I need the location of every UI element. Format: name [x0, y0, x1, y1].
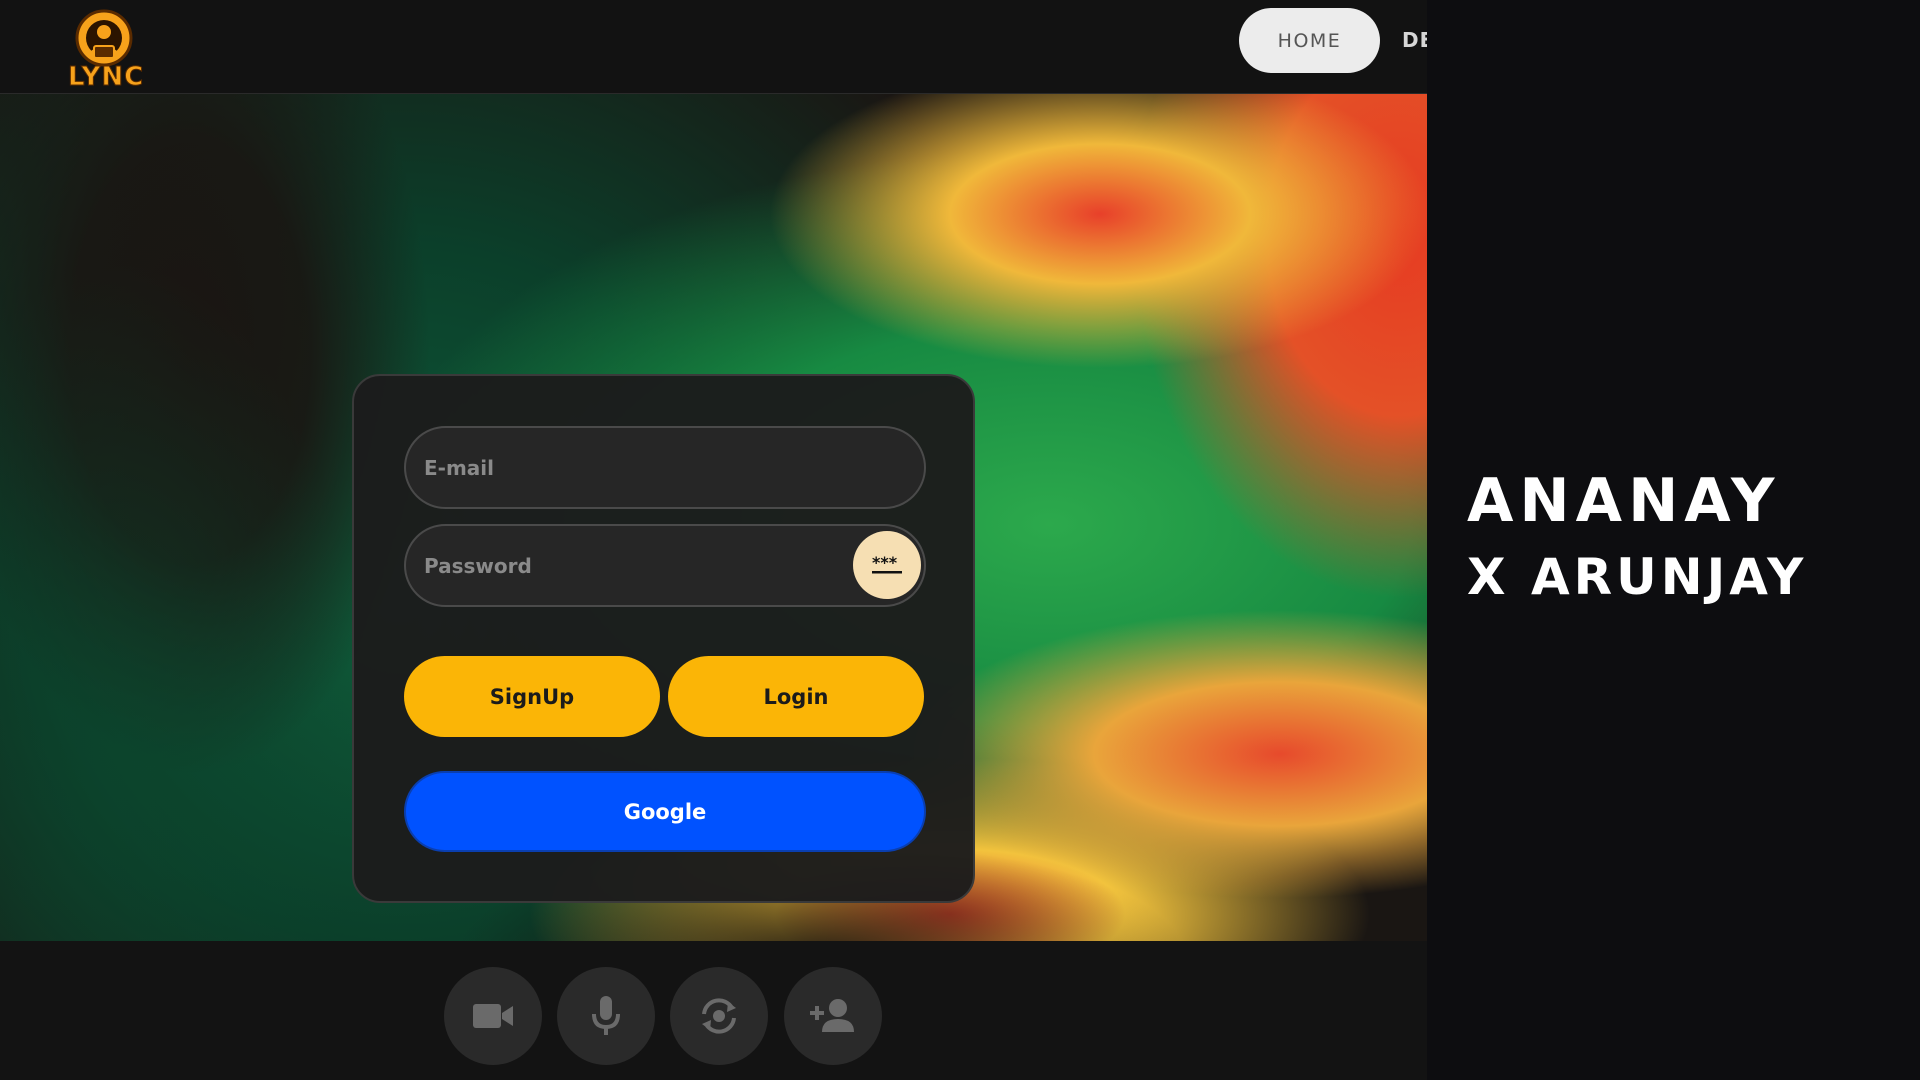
lync-app: LYNC HOME DE *** SignUp Login Google [0, 0, 1427, 1080]
add-person-icon [810, 999, 854, 1032]
password-dots-icon: *** [872, 554, 902, 574]
logo-text: LYNC [67, 62, 145, 93]
google-signin-button[interactable]: Google [404, 771, 926, 852]
gradient-background: *** SignUp Login Google [0, 94, 1427, 941]
svg-text:***: *** [872, 554, 898, 572]
screen: LYNC HOME DE *** SignUp Login Google [0, 0, 1920, 1080]
video-camera-icon [473, 1004, 513, 1028]
add-person-button[interactable] [784, 967, 882, 1065]
password-input[interactable] [404, 524, 926, 607]
nav-item-truncated[interactable]: DE [1402, 28, 1427, 52]
top-navbar: LYNC HOME DE [0, 0, 1427, 94]
microphone-button[interactable] [557, 967, 655, 1065]
switch-camera-button[interactable] [670, 967, 768, 1065]
call-controls-bar [0, 941, 1427, 1080]
microphone-icon [592, 996, 620, 1035]
nav-home-button[interactable]: HOME [1239, 8, 1380, 73]
password-toggle-button[interactable]: *** [853, 531, 921, 599]
credit-panel: ANANAY X ARUNJAY [1427, 0, 1920, 1080]
login-button[interactable]: Login [668, 656, 924, 737]
signup-button[interactable]: SignUp [404, 656, 660, 737]
auth-card: *** SignUp Login Google [352, 374, 975, 903]
email-input[interactable] [404, 426, 926, 509]
camera-button[interactable] [444, 967, 542, 1065]
credit-name-2: X ARUNJAY [1467, 548, 1808, 606]
credit-name-1: ANANAY [1467, 466, 1781, 536]
camera-switch-icon [702, 998, 736, 1034]
